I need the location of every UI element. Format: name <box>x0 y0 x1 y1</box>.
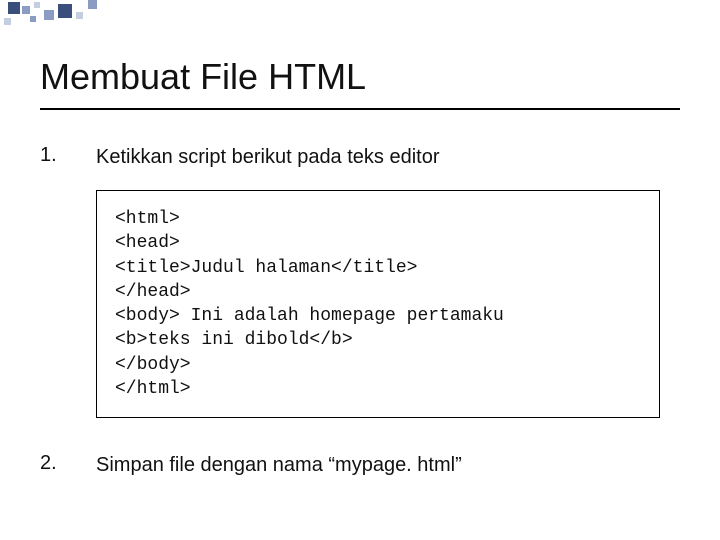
title-rule <box>40 108 680 110</box>
slide-title: Membuat File HTML <box>40 56 680 98</box>
step-1: 1. Ketikkan script berikut pada teks edi… <box>40 144 680 170</box>
step-1-number: 1. <box>40 144 96 167</box>
code-block: <html> <head> <title>Judul halaman</titl… <box>96 190 660 418</box>
step-2-number: 2. <box>40 452 96 475</box>
slide-content: Membuat File HTML 1. Ketikkan script ber… <box>0 0 720 478</box>
step-2: 2. Simpan file dengan nama “mypage. html… <box>40 452 680 478</box>
step-2-text: Simpan file dengan nama “mypage. html” <box>96 452 462 478</box>
corner-decoration <box>0 0 120 30</box>
step-1-text: Ketikkan script berikut pada teks editor <box>96 144 440 170</box>
